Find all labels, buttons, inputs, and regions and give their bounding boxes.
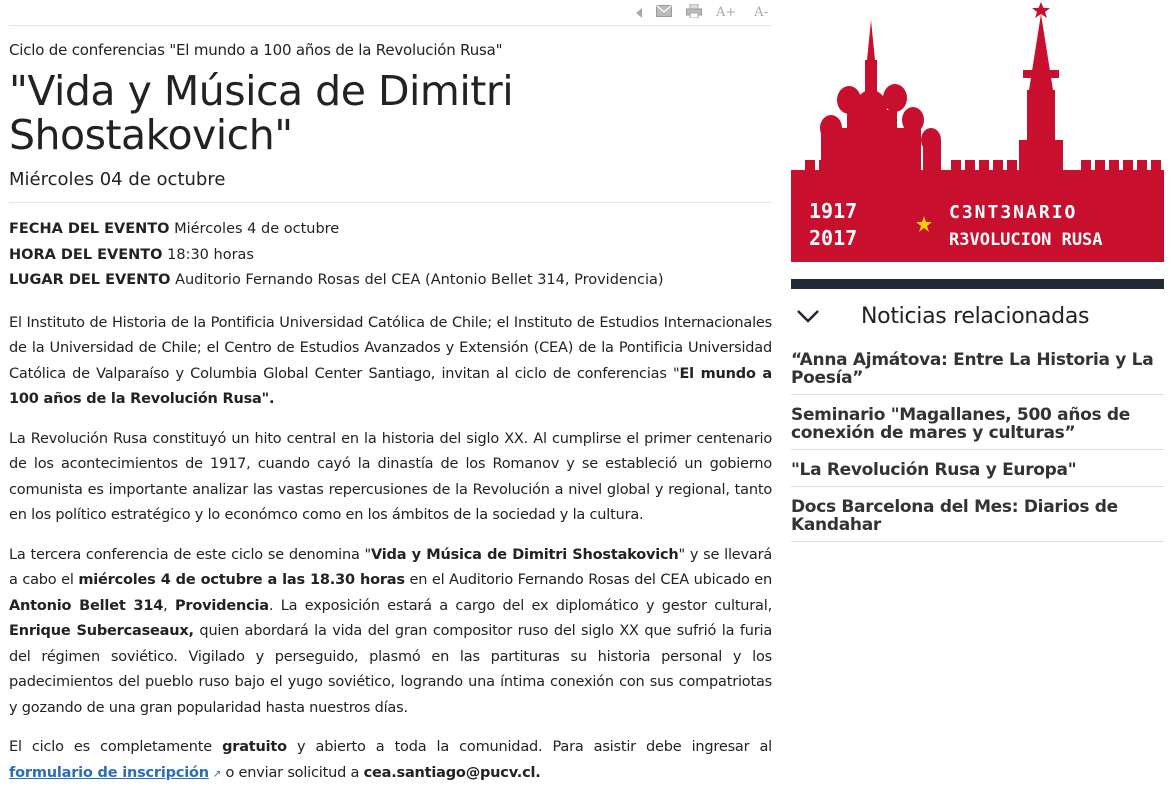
meta-label: HORA DEL EVENTO <box>9 246 163 263</box>
paragraph-conference: La tercera conferencia de este ciclo se … <box>9 543 772 722</box>
related-news-title: Noticias relacionadas <box>861 303 1090 329</box>
font-decrease-button[interactable]: A- <box>754 5 772 20</box>
paragraph-bold: Vida y Música de Dimitri Shostakovich <box>371 546 679 563</box>
meta-place: LUGAR DEL EVENTO Auditorio Fernando Rosa… <box>9 268 772 294</box>
paragraph-intro: El Instituto de Historia de la Pontifici… <box>9 311 772 413</box>
banner-line-2: R3VOLUCION RUSA <box>949 230 1103 250</box>
related-news-list: “Anna Ajmátova: Entre La Historia y La P… <box>791 351 1164 542</box>
event-meta: FECHA DEL EVENTO Miércoles 4 de octubre … <box>9 217 772 294</box>
paragraph-bold: Antonio Bellet 314 <box>9 597 164 614</box>
article-date: Miércoles 04 de octubre <box>9 169 772 203</box>
paragraph-text: El ciclo es completamente <box>9 739 223 755</box>
paragraph-text: . La exposición estará a cargo del ex di… <box>268 597 772 614</box>
article-kicker: Ciclo de conferencias "El mundo a 100 añ… <box>9 41 503 59</box>
paragraph-text: y abierto a toda la comunidad. Para asis… <box>286 739 772 755</box>
paragraph-text: El Instituto de Historia de la Pontifici… <box>9 314 772 382</box>
paragraph-text: o enviar solicitud a <box>221 764 364 781</box>
meta-date: FECHA DEL EVENTO Miércoles 4 de octubre <box>9 217 772 243</box>
article-toolbar: A+ A- <box>9 0 772 26</box>
meta-label: FECHA DEL EVENTO <box>9 221 170 237</box>
meta-value: Auditorio Fernando Rosas del CEA (Antoni… <box>175 272 664 288</box>
related-news-item[interactable]: “Anna Ajmátova: Entre La Historia y La P… <box>791 351 1164 395</box>
paragraph-bold: Providencia <box>175 597 269 614</box>
chevron-down-icon[interactable] <box>791 306 825 326</box>
contact-email: cea.santiago@pucv.cl. <box>363 764 541 781</box>
related-news-header[interactable]: Noticias relacionadas <box>791 297 1164 335</box>
paragraph-text: en el Auditorio Fernando Rosas del CEA u… <box>404 572 772 588</box>
meta-value: Miércoles 4 de octubre <box>174 221 340 237</box>
centenario-banner: 1917 2017 C3NT3NARIO R3VOLUCION RUSA <box>791 0 1164 262</box>
related-news-item[interactable]: "La Revolución Rusa y Europa" <box>791 461 1164 487</box>
email-icon[interactable] <box>655 4 672 21</box>
banner-year-bottom: 2017 <box>809 226 857 250</box>
meta-time: HORA DEL EVENTO 18:30 horas <box>9 243 772 269</box>
paragraph-context: La Revolución Rusa constituyó un hito ce… <box>9 430 772 524</box>
paragraph-registration: El ciclo es completamente gratuito y abi… <box>9 735 772 787</box>
paragraph-bold: gratuito <box>222 739 287 755</box>
banner-line-1: C3NT3NARIO <box>949 202 1077 223</box>
page-title: "Vida y Música de Dimitri Shostakovich" <box>9 67 514 159</box>
related-news-item[interactable]: Seminario "Magallanes, 500 años de conex… <box>791 406 1164 450</box>
paragraph-bold: miércoles 4 de octubre a las 18.30 horas <box>78 572 405 588</box>
banner-year-top: 1917 <box>809 199 857 223</box>
meta-label: LUGAR DEL EVENTO <box>9 272 171 288</box>
sidebar: 1917 2017 C3NT3NARIO R3VOLUCION RUSA Not… <box>791 0 1164 553</box>
print-icon[interactable] <box>685 3 702 22</box>
paragraph-bold: Enrique Subercaseaux, <box>9 623 194 639</box>
back-arrow-icon[interactable] <box>635 7 642 18</box>
paragraph-text: , <box>163 597 175 614</box>
meta-value: 18:30 horas <box>167 246 254 263</box>
external-link-icon: ↗ <box>212 768 222 780</box>
sidebar-divider-bar <box>791 279 1164 289</box>
article-column: A+ A- Ciclo de conferencias "El mundo a … <box>9 0 772 801</box>
registration-form-link[interactable]: formulario de inscripción <box>9 765 209 781</box>
font-increase-button[interactable]: A+ <box>716 5 740 20</box>
related-news-item[interactable]: Docs Barcelona del Mes: Diarios de Kanda… <box>791 498 1164 542</box>
paragraph-text: La tercera conferencia de este ciclo se … <box>9 546 372 563</box>
